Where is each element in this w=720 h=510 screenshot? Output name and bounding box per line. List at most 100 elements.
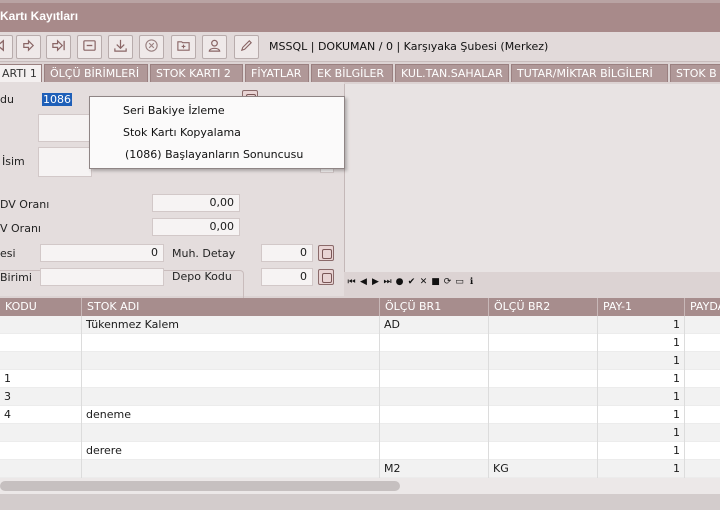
- table-cell[interactable]: 1: [598, 370, 685, 388]
- tab-kul-tan-sahalar[interactable]: KUL.TAN.SAHALAR: [395, 64, 509, 82]
- menu-item-stok-karti-kopyalama[interactable]: Stok Kartı Kopyalama: [90, 122, 344, 144]
- table-cell[interactable]: [82, 460, 380, 478]
- table-cell[interactable]: [380, 334, 489, 352]
- table-cell[interactable]: 1: [598, 334, 685, 352]
- refresh-icon[interactable]: ⟳: [442, 276, 453, 288]
- col-header-payda[interactable]: PAYDA: [685, 298, 720, 316]
- table-cell[interactable]: AD: [380, 316, 489, 334]
- last-record-icon[interactable]: ⏭: [382, 276, 393, 288]
- table-cell[interactable]: [82, 370, 380, 388]
- table-cell[interactable]: [685, 316, 720, 334]
- table-cell[interactable]: [685, 352, 720, 370]
- table-cell[interactable]: [82, 334, 380, 352]
- table-cell[interactable]: [489, 352, 598, 370]
- first-record-icon[interactable]: ⏮: [346, 276, 357, 288]
- table-row[interactable]: derere 1: [0, 442, 720, 460]
- menu-item-seri-bakiye[interactable]: Seri Bakiye İzleme: [90, 100, 344, 122]
- table-row[interactable]: 11: [0, 370, 720, 388]
- col-header-stok-adi[interactable]: STOK ADI: [82, 298, 380, 316]
- table-cell[interactable]: [0, 424, 82, 442]
- table-cell[interactable]: [489, 442, 598, 460]
- table-cell[interactable]: 1: [598, 352, 685, 370]
- tab-stok-karti-1[interactable]: ARTI 1: [0, 64, 42, 82]
- scrollbar-thumb[interactable]: [0, 481, 400, 491]
- back-button[interactable]: [0, 35, 13, 59]
- table-cell[interactable]: 1: [598, 442, 685, 460]
- table-row[interactable]: 1: [0, 424, 720, 442]
- table-cell[interactable]: [685, 388, 720, 406]
- table-cell[interactable]: [489, 406, 598, 424]
- table-cell[interactable]: deneme: [82, 406, 380, 424]
- table-cell[interactable]: [685, 370, 720, 388]
- table-cell[interactable]: [0, 442, 82, 460]
- col-header-kodu[interactable]: KODU: [0, 298, 82, 316]
- table-cell[interactable]: [380, 352, 489, 370]
- table-cell[interactable]: [380, 370, 489, 388]
- add-button[interactable]: [171, 35, 196, 59]
- table-cell[interactable]: [685, 406, 720, 424]
- table-cell[interactable]: [489, 388, 598, 406]
- col-header-pay-1[interactable]: PAY-1: [598, 298, 685, 316]
- table-cell[interactable]: [380, 388, 489, 406]
- unit-field[interactable]: [40, 268, 164, 286]
- info-icon[interactable]: ℹ: [466, 276, 477, 288]
- menu-item-baslayanlarin-sonuncusu[interactable]: (1086) Başlayanların Sonuncusu: [90, 144, 344, 166]
- prev-record-icon[interactable]: ◀: [358, 276, 369, 288]
- post-record-icon[interactable]: ✔: [406, 276, 417, 288]
- tab-olcu-birimleri[interactable]: ÖLÇÜ BİRİMLERİ: [44, 64, 148, 82]
- table-cell[interactable]: [0, 316, 82, 334]
- table-cell[interactable]: 1: [598, 460, 685, 478]
- kdv2-field[interactable]: 0,00: [152, 218, 240, 236]
- muh-detay-lookup-button[interactable]: [318, 245, 334, 261]
- horizontal-scrollbar[interactable]: [0, 478, 720, 494]
- edit-button[interactable]: [234, 35, 259, 59]
- table-cell[interactable]: [489, 316, 598, 334]
- tab-stok-karti-2[interactable]: STOK KARTI 2: [150, 64, 243, 82]
- name1-field[interactable]: [38, 114, 92, 142]
- table-cell[interactable]: 1: [598, 406, 685, 424]
- table-cell[interactable]: derere: [82, 442, 380, 460]
- kdv1-field[interactable]: 0,00: [152, 194, 240, 212]
- tab-fiyatlar[interactable]: FİYATLAR: [245, 64, 309, 82]
- table-row[interactable]: 1: [0, 334, 720, 352]
- table-cell[interactable]: 1: [598, 424, 685, 442]
- tab-tutar-miktar[interactable]: TUTAR/MİKTAR BİLGİLERİ: [511, 64, 668, 82]
- forward-button[interactable]: [16, 35, 41, 59]
- depo-kodu-lookup-button[interactable]: [318, 269, 334, 285]
- table-cell[interactable]: 4: [0, 406, 82, 424]
- col-header-olcu-br1[interactable]: ÖLÇÜ BR1: [380, 298, 489, 316]
- delete-button[interactable]: [77, 35, 102, 59]
- table-row[interactable]: Tükenmez Kalem AD 1: [0, 316, 720, 334]
- open-folder-icon[interactable]: ▭: [454, 276, 465, 288]
- table-cell[interactable]: [380, 442, 489, 460]
- forward-end-button[interactable]: [46, 35, 71, 59]
- table-cell[interactable]: [0, 352, 82, 370]
- muh-detay-field[interactable]: 0: [261, 244, 313, 262]
- col-header-olcu-br2[interactable]: ÖLÇÜ BR2: [489, 298, 598, 316]
- depo-kodu-field[interactable]: 0: [261, 268, 313, 286]
- table-cell[interactable]: 1: [0, 370, 82, 388]
- table-cell[interactable]: [685, 460, 720, 478]
- table-cell[interactable]: [685, 442, 720, 460]
- table-cell[interactable]: [82, 352, 380, 370]
- table-cell[interactable]: [380, 424, 489, 442]
- tab-stok-b[interactable]: STOK B: [670, 64, 720, 82]
- table-cell[interactable]: Tükenmez Kalem: [82, 316, 380, 334]
- table-row[interactable]: 4 deneme 1: [0, 406, 720, 424]
- table-row[interactable]: 1: [0, 352, 720, 370]
- next-record-icon[interactable]: ▶: [370, 276, 381, 288]
- tab-ek-bilgiler[interactable]: EK BİLGİLER: [311, 64, 393, 82]
- table-cell[interactable]: 3: [0, 388, 82, 406]
- table-cell[interactable]: [82, 388, 380, 406]
- table-cell[interactable]: [685, 334, 720, 352]
- table-cell[interactable]: [380, 406, 489, 424]
- table-cell[interactable]: KG: [489, 460, 598, 478]
- cancel-button[interactable]: [139, 35, 164, 59]
- table-cell[interactable]: 1: [598, 316, 685, 334]
- table-cell[interactable]: [489, 370, 598, 388]
- stop-icon[interactable]: ■: [430, 276, 441, 288]
- table-cell[interactable]: [685, 424, 720, 442]
- table-cell[interactable]: [489, 424, 598, 442]
- table-row[interactable]: 31: [0, 388, 720, 406]
- table-cell[interactable]: 1: [598, 388, 685, 406]
